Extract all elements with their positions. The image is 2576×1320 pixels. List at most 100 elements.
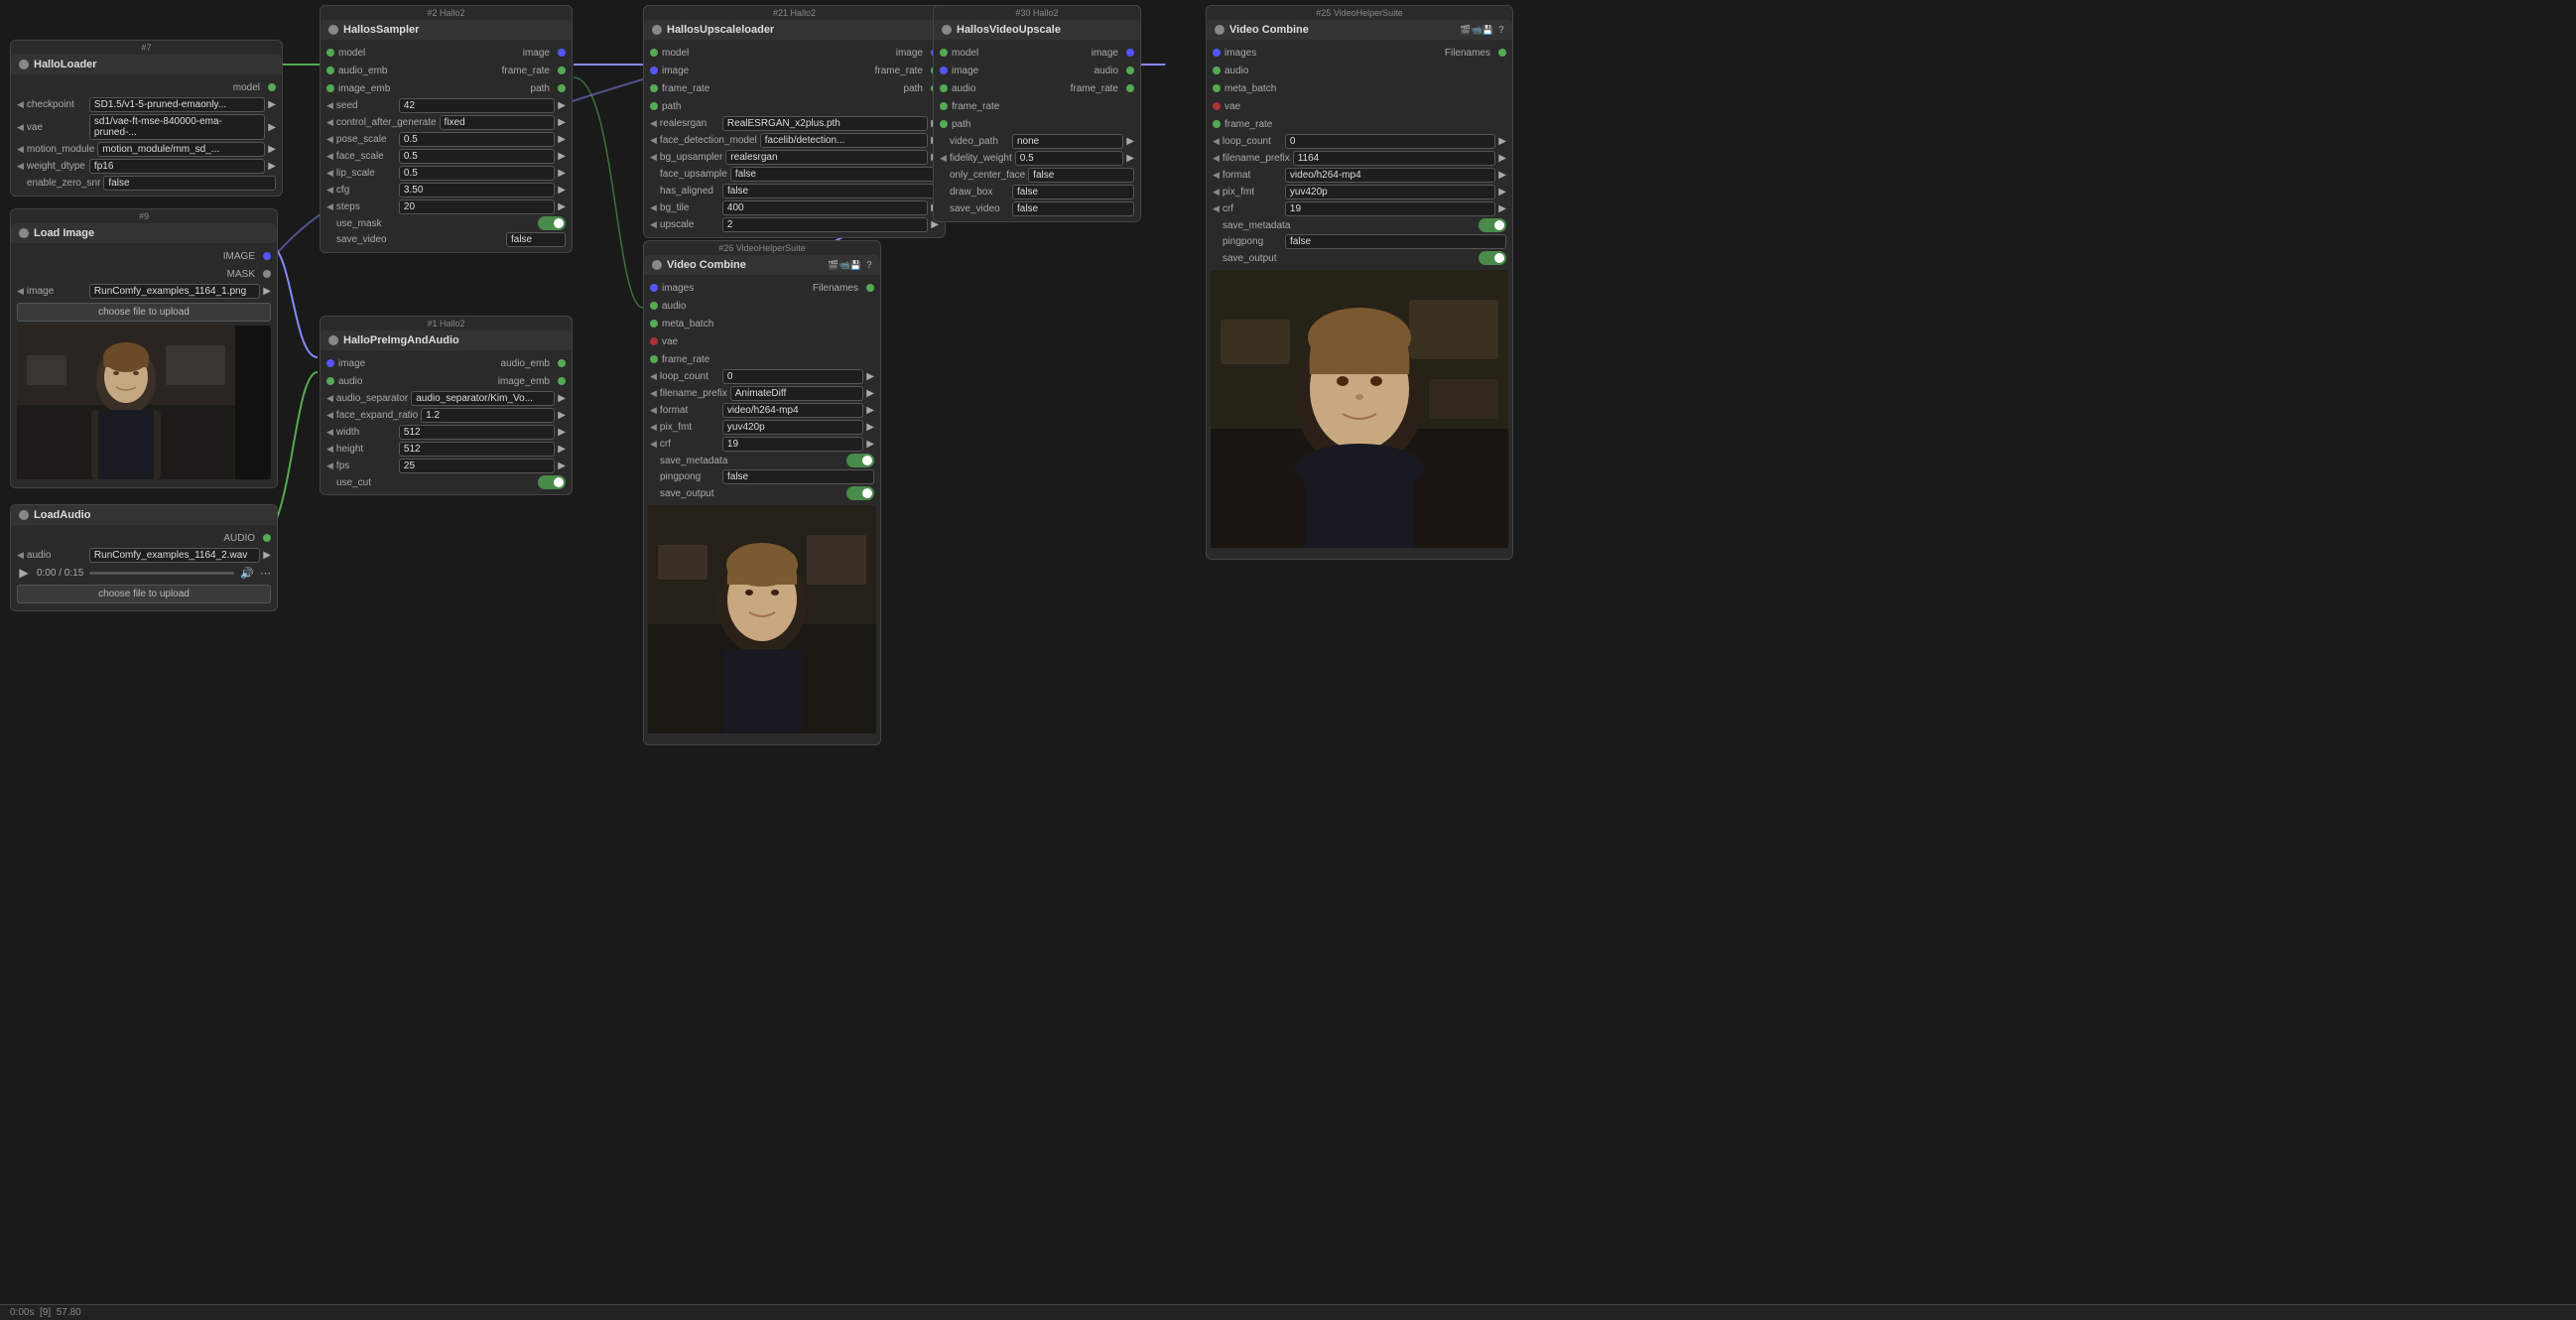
vc25-images-in: images Filenames (1207, 44, 1512, 62)
pre-dot (328, 335, 338, 345)
vc26-vae-in: vae (644, 332, 880, 350)
load-audio-title: LoadAudio (34, 509, 90, 521)
width-row: ◀ width 512 ▶ (321, 424, 572, 441)
vc26-framerate-in: frame_rate (644, 350, 880, 368)
motion-module-row: ◀ motion_module motion_module/mm_sd_... … (11, 141, 282, 158)
hallo-pre-node: #1 Hallo2 HalloPreImgAndAudio image audi… (320, 316, 573, 495)
vc25-savemeta-row: save_metadata (1207, 217, 1512, 233)
hvu-save-video-row: save_video false (934, 200, 1140, 217)
load-audio-header: LoadAudio (11, 505, 277, 525)
vc25-loop-row: ◀ loop_count 0 ▶ (1207, 133, 1512, 150)
vc26-dot (652, 260, 662, 270)
mask-output-row: MASK (11, 265, 277, 283)
vc25-vae-in: vae (1207, 97, 1512, 115)
vc26-body: images Filenames audio meta_batch vae fr… (644, 275, 880, 744)
more-icon[interactable]: ⋯ (260, 567, 271, 580)
hallo-loader-node: #7 HalloLoader model ◀ checkpoint SD1.5/… (10, 40, 283, 197)
hvu-image-in: image audio (934, 62, 1140, 79)
image-output-row: IMAGE (11, 247, 277, 265)
fps-row: ◀ fps 25 ▶ (321, 458, 572, 474)
use-cut-toggle[interactable] (538, 475, 566, 489)
use-cut-row: use_cut (321, 474, 572, 490)
hallo-pre-body: image audio_emb audio image_emb ◀ audio_… (321, 350, 572, 494)
hallo-loader-header: HalloLoader (11, 55, 282, 74)
vc25-title: Video Combine (1229, 24, 1309, 36)
face-upsample-row: face_upsample false (644, 166, 945, 183)
hvu-path-in: path (934, 115, 1140, 133)
node-badge-9: #9 (11, 209, 277, 223)
upscaleloader-body: model image image frame_rate frame_rate … (644, 40, 945, 237)
hvu-audio-in-port (940, 84, 948, 92)
vc26-help: ? (866, 260, 872, 271)
vc25-saveoutput-toggle[interactable] (1479, 251, 1506, 265)
audio-choose-file-button[interactable]: choose file to upload (17, 585, 271, 603)
face-scale-row: ◀ face_scale 0.5 ▶ (321, 148, 572, 165)
vc26-savemeta-row: save_metadata (644, 453, 880, 468)
model-in-port (326, 49, 334, 57)
vc26-vae-port (650, 337, 658, 345)
vc25-video-thumb (1211, 270, 1508, 551)
upscaleloader-dot (652, 25, 662, 35)
hvu-body: model image image audio audio frame_rate (934, 40, 1140, 221)
ul-path-in-port (650, 102, 658, 110)
realesrgan-row: ◀ realesrgan RealESRGAN_x2plus.pth ▶ (644, 115, 945, 132)
ul-image-in: image frame_rate (644, 62, 945, 79)
ul-model-in-port (650, 49, 658, 57)
vc26-format-row: ◀ format video/h264-mp4 ▶ (644, 402, 880, 419)
height-row: ◀ height 512 ▶ (321, 441, 572, 458)
use-mask-toggle[interactable] (538, 216, 566, 230)
vc26-saveoutput-toggle[interactable] (846, 486, 874, 500)
hallo-pre-title: HalloPreImgAndAudio (343, 334, 459, 346)
fidelity-weight-row: ◀ fidelity_weight 0.5 ▶ (934, 150, 1140, 167)
vc25-badge: #25 VideoHelperSuite (1207, 6, 1512, 20)
vae-row: ◀ vae sd1/vae-ft-mse-840000-ema-pruned-.… (11, 113, 282, 141)
cfg-row: ◀ cfg 3.50 ▶ (321, 182, 572, 198)
pre-image-in: image audio_emb (321, 354, 572, 372)
hvu-model-in-port (940, 49, 948, 57)
load-image-body: IMAGE MASK ◀ image RunComfy_examples_116… (11, 243, 277, 487)
framerate-out-port-s (558, 66, 566, 74)
vc26-loop-row: ◀ loop_count 0 ▶ (644, 368, 880, 385)
load-audio-body: AUDIO ◀ audio RunComfy_examples_1164_2.w… (11, 525, 277, 610)
vc25-pingpong-row: pingpong false (1207, 233, 1512, 250)
model-output-port (268, 83, 276, 91)
vc26-badge: #26 VideoHelperSuite (644, 241, 880, 255)
audioemb-in-port (326, 66, 334, 74)
hallos-sampler-node: #2 Hallo2 HallosSampler model image audi… (320, 5, 573, 253)
status-time: 0:00s (10, 1307, 34, 1318)
hvu-header: HallosVideoUpscale (934, 20, 1140, 40)
play-button[interactable]: ▶ (17, 566, 31, 580)
image-out-port-s (558, 49, 566, 57)
node-dot-la (19, 510, 29, 520)
hallo-pre-header: HalloPreImgAndAudio (321, 330, 572, 350)
model-label: model (233, 82, 260, 93)
hvu-path-in-port (940, 120, 948, 128)
image-output-port (263, 252, 271, 260)
ul-model-in: model image (644, 44, 945, 62)
image-thumbnail (17, 326, 271, 479)
volume-icon[interactable]: 🔊 (240, 567, 254, 580)
vc25-savemeta-toggle[interactable] (1479, 218, 1506, 232)
vc26-pingpong-row: pingpong false (644, 468, 880, 485)
vc25-audio-in-port (1213, 66, 1221, 74)
vc26-prefix-row: ◀ filename_prefix AnimateDiff ▶ (644, 385, 880, 402)
hallos-upscaleloader-node: #21 Hallo2 HallosUpscaleloader model ima… (643, 5, 946, 238)
hvu-title: HallosVideoUpscale (957, 24, 1061, 36)
vc25-vae-port (1213, 102, 1221, 110)
video-combine-25-node: #25 VideoHelperSuite Video Combine 🎬📹💾 ?… (1206, 5, 1513, 560)
bg-tile-row: ◀ bg_tile 400 ▶ (644, 199, 945, 216)
sampler-badge: #2 Hallo2 (321, 6, 572, 20)
enable-zero-snr-row: ◀ enable_zero_snr false (11, 175, 282, 192)
vc25-prefix-row: ◀ filename_prefix 1164 ▶ (1207, 150, 1512, 167)
pre-image-in-port (326, 359, 334, 367)
lip-scale-row: ◀ lip_scale 0.5 ▶ (321, 165, 572, 182)
choose-file-button[interactable]: choose file to upload (17, 303, 271, 322)
vc25-filenames-out (1498, 49, 1506, 57)
vc25-metabatch-in: meta_batch (1207, 79, 1512, 97)
vc26-images-in-port (650, 284, 658, 292)
vc26-savemeta-toggle[interactable] (846, 454, 874, 467)
audio-progress-bar[interactable] (89, 572, 234, 575)
sampler-audioemb-in: audio_emb frame_rate (321, 62, 572, 79)
ul-framerate-in-port (650, 84, 658, 92)
hallos-sampler-header: HallosSampler (321, 20, 572, 40)
